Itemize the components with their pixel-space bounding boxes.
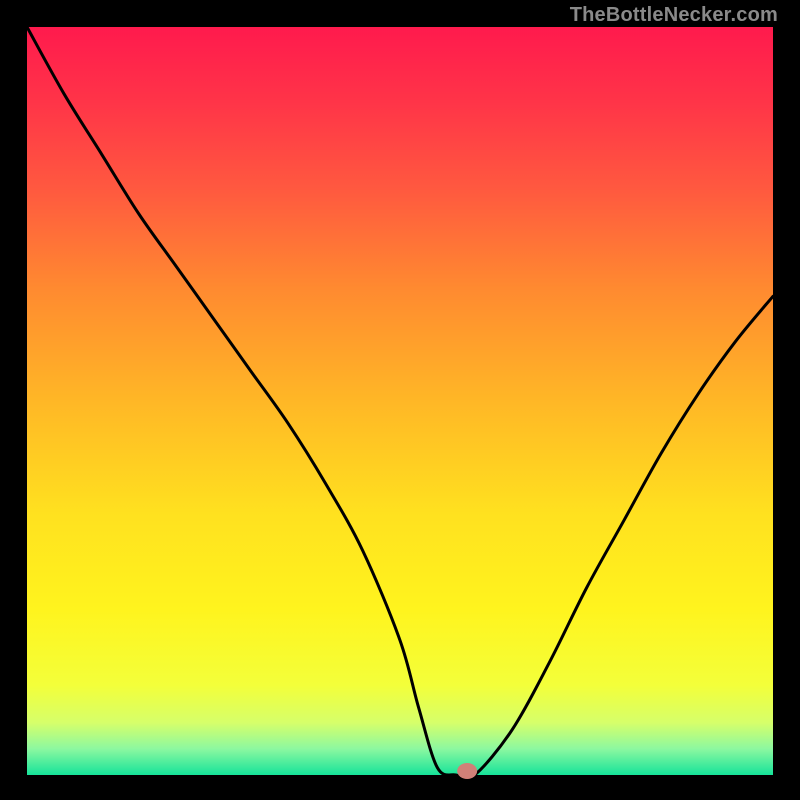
watermark-text: TheBottleNecker.com (570, 4, 778, 27)
plot-background (27, 27, 773, 775)
chart-container: TheBottleNecker.com (0, 0, 800, 800)
bottleneck-chart (0, 0, 800, 800)
optimum-marker (457, 763, 477, 779)
